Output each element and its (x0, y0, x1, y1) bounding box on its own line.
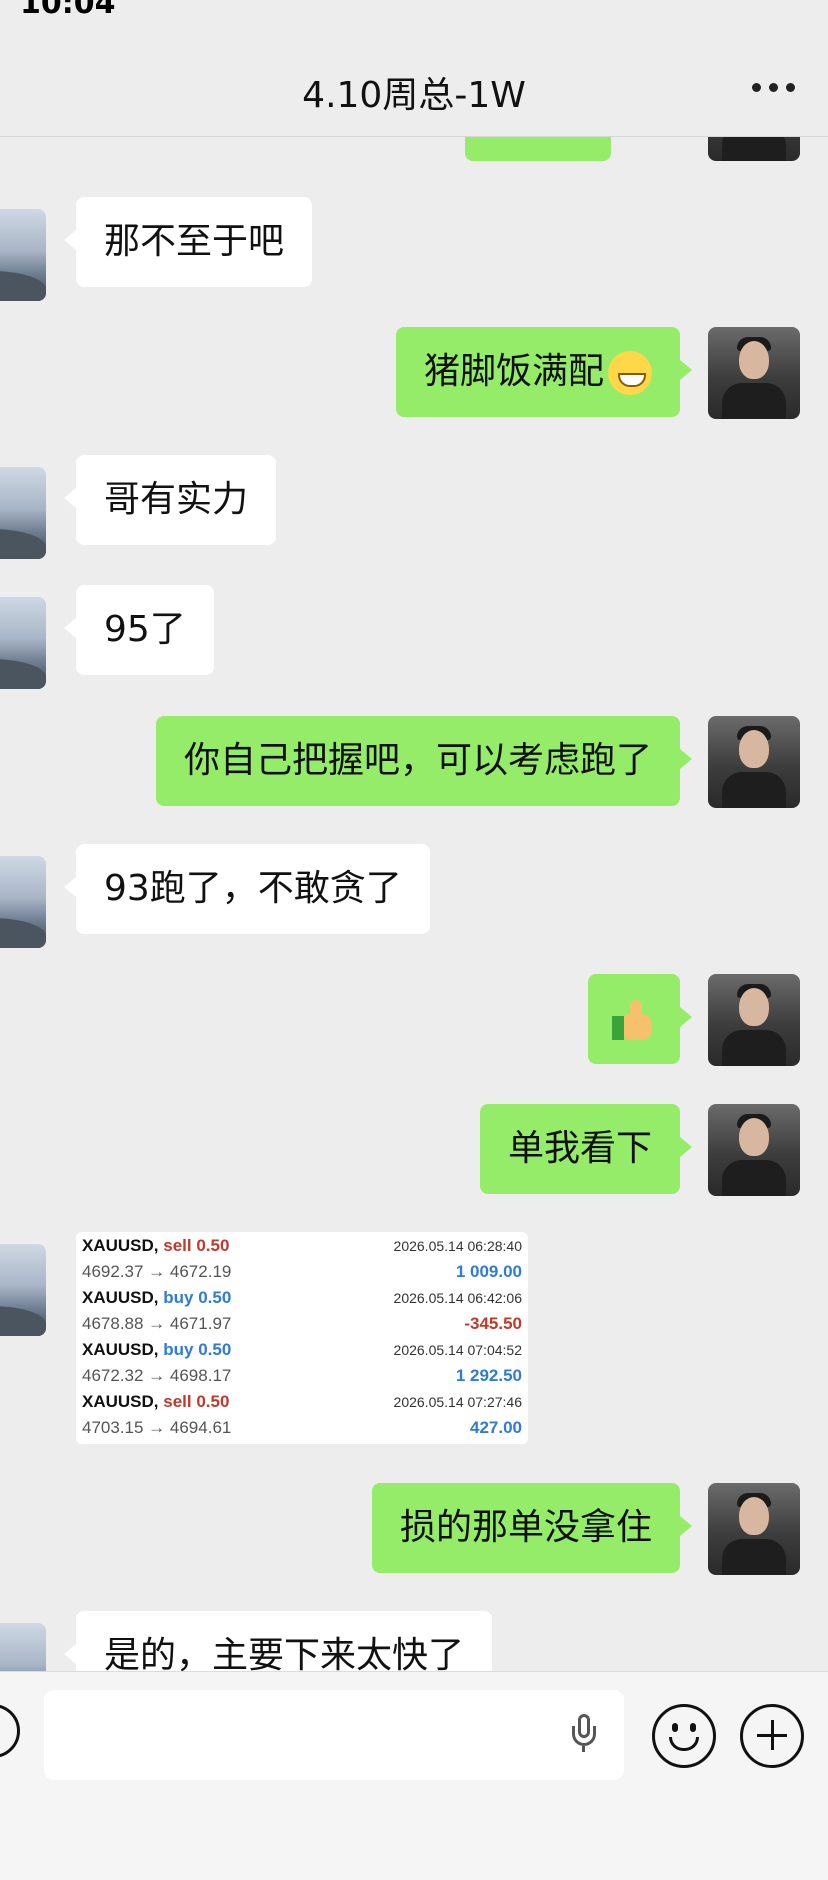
trade-history-image[interactable]: XAUUSD, sell 0.50 2026.05.14 06:28:40 46… (76, 1232, 528, 1444)
contact-avatar[interactable] (0, 467, 46, 559)
trade-prices: 4692.37 → 4672.19 (82, 1262, 232, 1281)
message-text: 95了 (104, 609, 186, 650)
message-text: 是的，主要下来太快了 (104, 1635, 465, 1671)
input-bar (0, 1671, 828, 1880)
message-bubble[interactable]: 损的那单没拿住 (371, 1483, 693, 1573)
trade-side: sell 0.50 (163, 1236, 230, 1255)
message-input[interactable] (44, 1690, 624, 1780)
trade-side: buy 0.50 (163, 1288, 232, 1307)
chat-area[interactable]: 那不至于吧 猪脚饭满配 哥有实力 95了 你自己把握吧，可以考虑跑了 93跑了，… (0, 137, 828, 1671)
more-options-icon[interactable] (752, 72, 798, 102)
my-avatar[interactable] (708, 137, 800, 161)
trade-row: XAUUSD, buy 0.50 2026.05.14 07:04:52 467… (82, 1340, 522, 1392)
voice-icon[interactable] (0, 1704, 20, 1758)
contact-avatar[interactable] (0, 1623, 46, 1671)
message-bubble[interactable]: 是的，主要下来太快了 (63, 1611, 493, 1671)
trade-datetime: 2026.05.14 07:27:46 (393, 1394, 522, 1410)
message-text: 哥有实力 (104, 479, 249, 520)
message-bubble[interactable]: 单我看下 (479, 1104, 693, 1194)
message-bubble[interactable]: 猪脚饭满配 (395, 327, 693, 417)
trade-prices: 4672.32 → 4698.17 (82, 1366, 232, 1385)
trade-symbol: XAUUSD, (82, 1288, 159, 1307)
message-text: 93跑了，不敢贪了 (104, 868, 402, 909)
trade-side: buy 0.50 (163, 1340, 232, 1359)
contact-avatar[interactable] (0, 209, 46, 301)
trade-row: XAUUSD, sell 0.50 2026.05.14 07:27:46 47… (82, 1392, 522, 1444)
trade-symbol: XAUUSD, (82, 1236, 159, 1255)
thumbs-up-icon (612, 998, 656, 1042)
message-bubble[interactable]: 95了 (64, 585, 214, 675)
trade-profit: 1 292.50 (455, 1366, 522, 1385)
my-avatar[interactable] (708, 716, 800, 808)
trade-side: sell 0.50 (163, 1392, 230, 1411)
status-time: 10:04 (20, 0, 116, 21)
message-bubble[interactable]: 那不至于吧 (63, 197, 313, 287)
partial-message-bubble[interactable] (465, 137, 611, 161)
trade-symbol: XAUUSD, (82, 1392, 159, 1411)
trade-datetime: 2026.05.14 06:42:06 (393, 1290, 522, 1306)
my-avatar[interactable] (708, 1104, 800, 1196)
message-bubble[interactable] (588, 974, 692, 1064)
trade-row: XAUUSD, sell 0.50 2026.05.14 06:28:40 46… (82, 1236, 522, 1288)
message-bubble[interactable]: 93跑了，不敢贪了 (64, 844, 430, 934)
status-bar: 10:04 (0, 0, 828, 28)
trade-prices: 4703.15 → 4694.61 (82, 1418, 232, 1437)
my-avatar[interactable] (708, 327, 800, 419)
trade-profit: 427.00 (470, 1418, 522, 1437)
trade-symbol: XAUUSD, (82, 1340, 159, 1359)
message-bubble[interactable]: 哥有实力 (63, 455, 277, 545)
chat-header: 4.10周总-1W (0, 28, 828, 137)
my-avatar[interactable] (708, 1483, 800, 1575)
chat-title: 4.10周总-1W (302, 75, 526, 116)
contact-avatar[interactable] (0, 1244, 46, 1336)
message-text: 损的那单没拿住 (399, 1507, 652, 1548)
microphone-icon[interactable] (572, 1714, 596, 1752)
message-text: 猪脚饭满配 (423, 351, 604, 392)
trade-profit: 1 009.00 (455, 1262, 522, 1281)
grin-emoji-icon (608, 351, 652, 395)
message-text: 单我看下 (507, 1128, 652, 1169)
trade-prices: 4678.88 → 4671.97 (82, 1314, 232, 1333)
trade-datetime: 2026.05.14 06:28:40 (393, 1238, 522, 1254)
trade-profit: -345.50 (464, 1314, 522, 1333)
message-text: 那不至于吧 (104, 221, 285, 262)
emoji-icon[interactable] (652, 1704, 716, 1768)
contact-avatar[interactable] (0, 856, 46, 948)
plus-icon[interactable] (740, 1704, 804, 1768)
trade-row: XAUUSD, buy 0.50 2026.05.14 06:42:06 467… (82, 1288, 522, 1340)
trade-datetime: 2026.05.14 07:04:52 (393, 1342, 522, 1358)
message-bubble[interactable]: 你自己把握吧，可以考虑跑了 (155, 716, 693, 806)
message-text: 你自己把握吧，可以考虑跑了 (183, 740, 652, 781)
contact-avatar[interactable] (0, 597, 46, 689)
my-avatar[interactable] (708, 974, 800, 1066)
